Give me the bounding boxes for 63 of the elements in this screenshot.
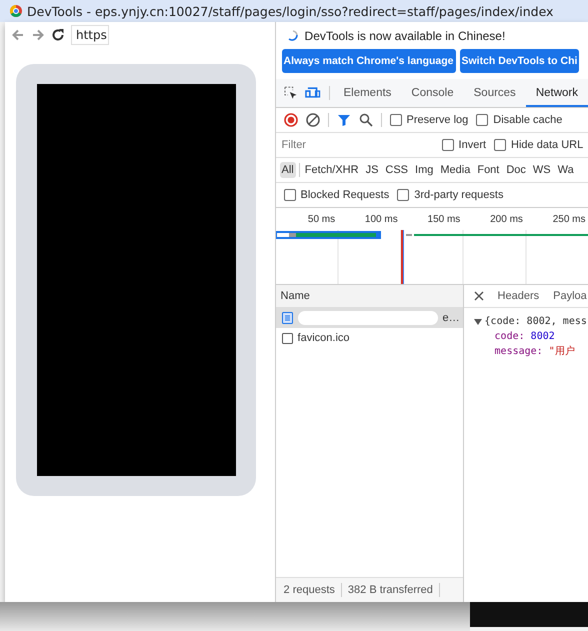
request-name: favicon.ico [298, 332, 350, 344]
checkbox[interactable] [442, 139, 454, 151]
checkbox[interactable] [284, 189, 296, 201]
info-message: DevTools is now available in Chinese! [304, 28, 506, 42]
time-tick: 150 ms [426, 214, 462, 224]
checkbox[interactable] [494, 139, 506, 151]
spinner-icon [286, 30, 299, 42]
filter-icon[interactable] [336, 113, 351, 127]
time-tick: 250 ms [552, 214, 586, 224]
language-button[interactable]: Switch DevTools to Chi [460, 49, 580, 73]
panel-tab[interactable]: Elements [333, 79, 402, 107]
window-title: DevTools - eps.ynjy.cn:10027/staff/pages/login/sso?redirect=staff/pages/index/index [27, 4, 554, 18]
reload-icon[interactable] [51, 28, 65, 42]
checkbox[interactable] [397, 189, 410, 201]
clear-icon[interactable] [306, 113, 320, 127]
language-button[interactable]: Always match Chrome's language [282, 49, 456, 73]
checkbox-label: 3rd-party requests [414, 189, 504, 201]
type-filter[interactable]: CSS [383, 162, 410, 178]
status-text: 382 B transferred [348, 584, 433, 596]
search-icon[interactable] [358, 113, 373, 127]
type-filter[interactable]: Fetch/XHR [302, 162, 361, 178]
panel-tab[interactable]: Sources [464, 79, 526, 107]
browser-logo-icon [10, 5, 22, 17]
panel-tab[interactable]: Network [526, 81, 588, 107]
inspect-icon[interactable] [284, 86, 298, 100]
checkbox-label: Preserve log [406, 114, 468, 126]
detail-tab[interactable]: Headers [498, 290, 540, 302]
type-filter[interactable]: Wa [556, 162, 576, 178]
expand-triangle-icon[interactable] [474, 318, 482, 326]
document-icon [282, 312, 293, 324]
checkbox-label: Hide data URL [511, 139, 584, 151]
type-filter[interactable]: WS [530, 162, 553, 178]
type-filter[interactable]: Media [438, 162, 472, 178]
panel-tab[interactable]: Console [401, 79, 464, 107]
checkbox-label: Invert [458, 139, 486, 151]
time-tick: 200 ms [489, 214, 524, 224]
type-filter[interactable]: Img [413, 162, 436, 178]
address-field[interactable]: https [71, 25, 109, 45]
request-row[interactable]: e… [276, 308, 463, 328]
json-field: code: 8002 [494, 331, 555, 342]
file-icon [282, 332, 293, 344]
type-filter[interactable]: Font [475, 162, 502, 178]
record-icon[interactable] [284, 113, 298, 127]
type-filter[interactable]: All [280, 162, 296, 178]
column-header: Name [280, 290, 310, 302]
detail-tab[interactable]: Payloa [553, 290, 587, 302]
checkbox[interactable] [390, 114, 402, 126]
back-icon[interactable] [11, 28, 25, 42]
checkbox-label: Disable cache [493, 114, 562, 126]
close-icon[interactable] [474, 291, 484, 301]
time-tick: 50 ms [306, 214, 336, 224]
type-filter[interactable]: JS [364, 162, 380, 178]
status-text: 2 requests [284, 584, 335, 596]
request-row[interactable]: favicon.ico [276, 328, 463, 348]
checkbox[interactable] [476, 114, 488, 126]
time-tick: 100 ms [364, 214, 399, 224]
request-name: e… [442, 312, 460, 324]
type-filter[interactable]: Doc [504, 162, 528, 178]
checkbox-label: Blocked Requests [300, 189, 390, 201]
json-field: message: "用户 [494, 346, 575, 357]
forward-icon[interactable] [31, 28, 45, 42]
device-toolbar-icon[interactable] [305, 86, 321, 100]
json-summary: {code: 8002, mess [484, 315, 587, 329]
